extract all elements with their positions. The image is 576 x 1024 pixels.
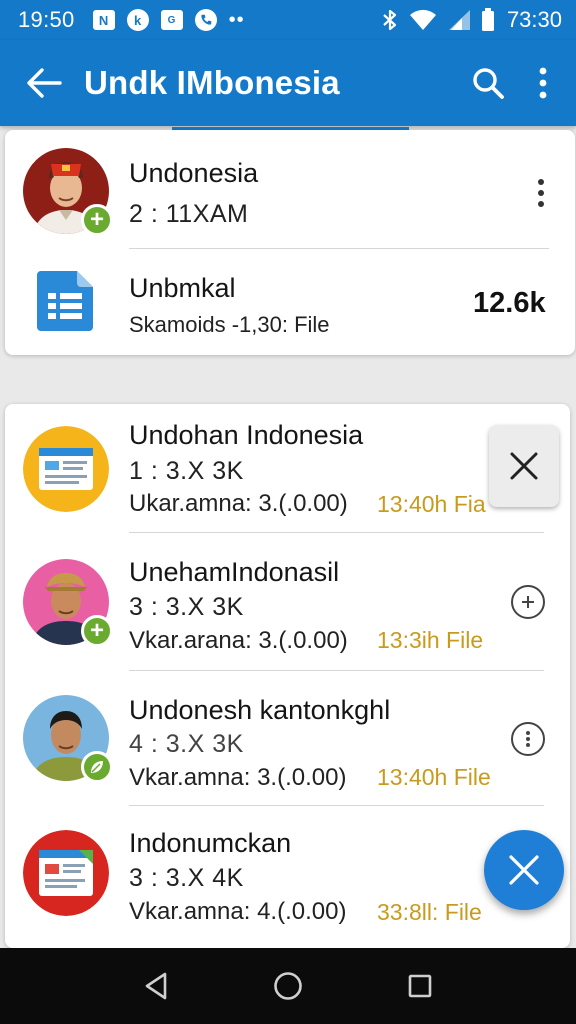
item-meta: 33:8ll: File [377,899,482,925]
avatar [23,830,109,916]
item-line1: 4 : 3.X 3K [129,730,244,758]
triangle-back-icon [145,972,167,1000]
contact-more-button[interactable] [529,173,553,213]
app-bar: Undk IMbonesia [0,40,576,126]
list-item[interactable]: Undonesh kantonkghl 4 : 3.X 3K Vkar.amna… [5,671,570,805]
list-item[interactable]: Undohan Indonesia 1 : 3.X 3K Ukar.amna: … [5,404,570,532]
arrow-left-icon [27,68,62,98]
back-button[interactable] [24,63,64,103]
status-clock: 73:30 [506,7,562,32]
item-name: Undohan Indonesia [129,420,364,450]
item-name: UnehamIndonasil [129,557,340,587]
document-icon [37,271,95,331]
status-bar: 19:50 N k G •• 73:30 [0,0,576,40]
item-line2: Vkar.amna: 4.(.0.00) [129,898,347,925]
notification-icons: N k G •• [92,9,245,31]
n-notification-icon: N [92,10,115,30]
nav-back-button[interactable] [136,966,176,1006]
item-meta: 13:40h Fia [377,491,486,517]
more-notifications-icon: •• [228,9,245,31]
item-line2: Ukar.amna: 3.(.0.00) [129,490,348,517]
system-nav-bar [0,948,576,1024]
document-icon [23,830,109,916]
wifi-icon [409,9,436,30]
search-button[interactable] [468,63,508,103]
phone-notification-icon [194,9,217,31]
item-line1: 1 : 3.X 3K [129,457,244,485]
item-line1: 3 : 3.X 3K [129,593,244,621]
dismiss-button[interactable] [489,425,559,507]
square-recents-icon [408,974,432,998]
add-item-button[interactable] [511,585,545,619]
pinned-card: + Undonesia 2 : 11XAM Unbmkal Skamoids -… [5,130,575,355]
item-line1: 3 : 3.X 4K [129,864,244,892]
g-notification-icon: G [160,10,183,30]
search-icon [473,68,504,99]
item-meta: 13:40h File [377,764,491,790]
close-icon [509,855,539,885]
more-vert-icon [539,67,547,99]
item-name: Undonesh kantonkghl [129,695,391,725]
signal-icon [448,10,470,30]
k-notification-icon: k [126,9,149,31]
add-badge-icon: + [81,615,113,647]
file-row[interactable]: Unbmkal Skamoids -1,30: File 12.6k [5,249,575,355]
item-line2: Vkar.arana: 3.(.0.00) [129,627,348,654]
nav-recents-button[interactable] [400,966,440,1006]
add-badge-icon: + [81,204,113,236]
file-subtitle: Skamoids -1,30: File [129,312,330,337]
item-meta: 13:3ih File [377,627,484,653]
file-size: 12.6k [473,287,546,319]
bluetooth-icon [383,9,397,31]
more-vert-icon [538,179,544,185]
circle-home-icon [274,972,302,1000]
file-name: Unbmkal [129,273,236,303]
plus-icon [522,596,534,608]
status-time: 19:50 [18,7,75,32]
avatar [23,695,113,783]
more-vert-icon [526,731,530,747]
avatar: + [23,148,113,236]
contact-name: Undonesia [129,158,259,188]
contact-subtitle: 2 : 11XAM [129,200,249,228]
system-icons: 73:30 [381,7,562,33]
info-button[interactable] [511,722,545,756]
spreadsheet-icon [23,426,109,512]
avatar [23,426,109,512]
item-line2: Vkar.amna: 3.(.0.00) [129,764,347,791]
avatar: + [23,559,113,647]
leaf-badge-icon [81,751,113,783]
contact-row[interactable]: + Undonesia 2 : 11XAM [5,130,575,248]
battery-icon [481,8,494,31]
page-title: Undk IMbonesia [84,64,340,101]
close-fab[interactable] [484,830,564,910]
item-name: Indonumckan [129,828,292,858]
overflow-menu-button[interactable] [528,63,558,103]
list-item[interactable]: + UnehamIndonasil 3 : 3.X 3K Vkar.arana:… [5,533,570,670]
close-icon [510,452,538,480]
nav-home-button[interactable] [268,966,308,1006]
